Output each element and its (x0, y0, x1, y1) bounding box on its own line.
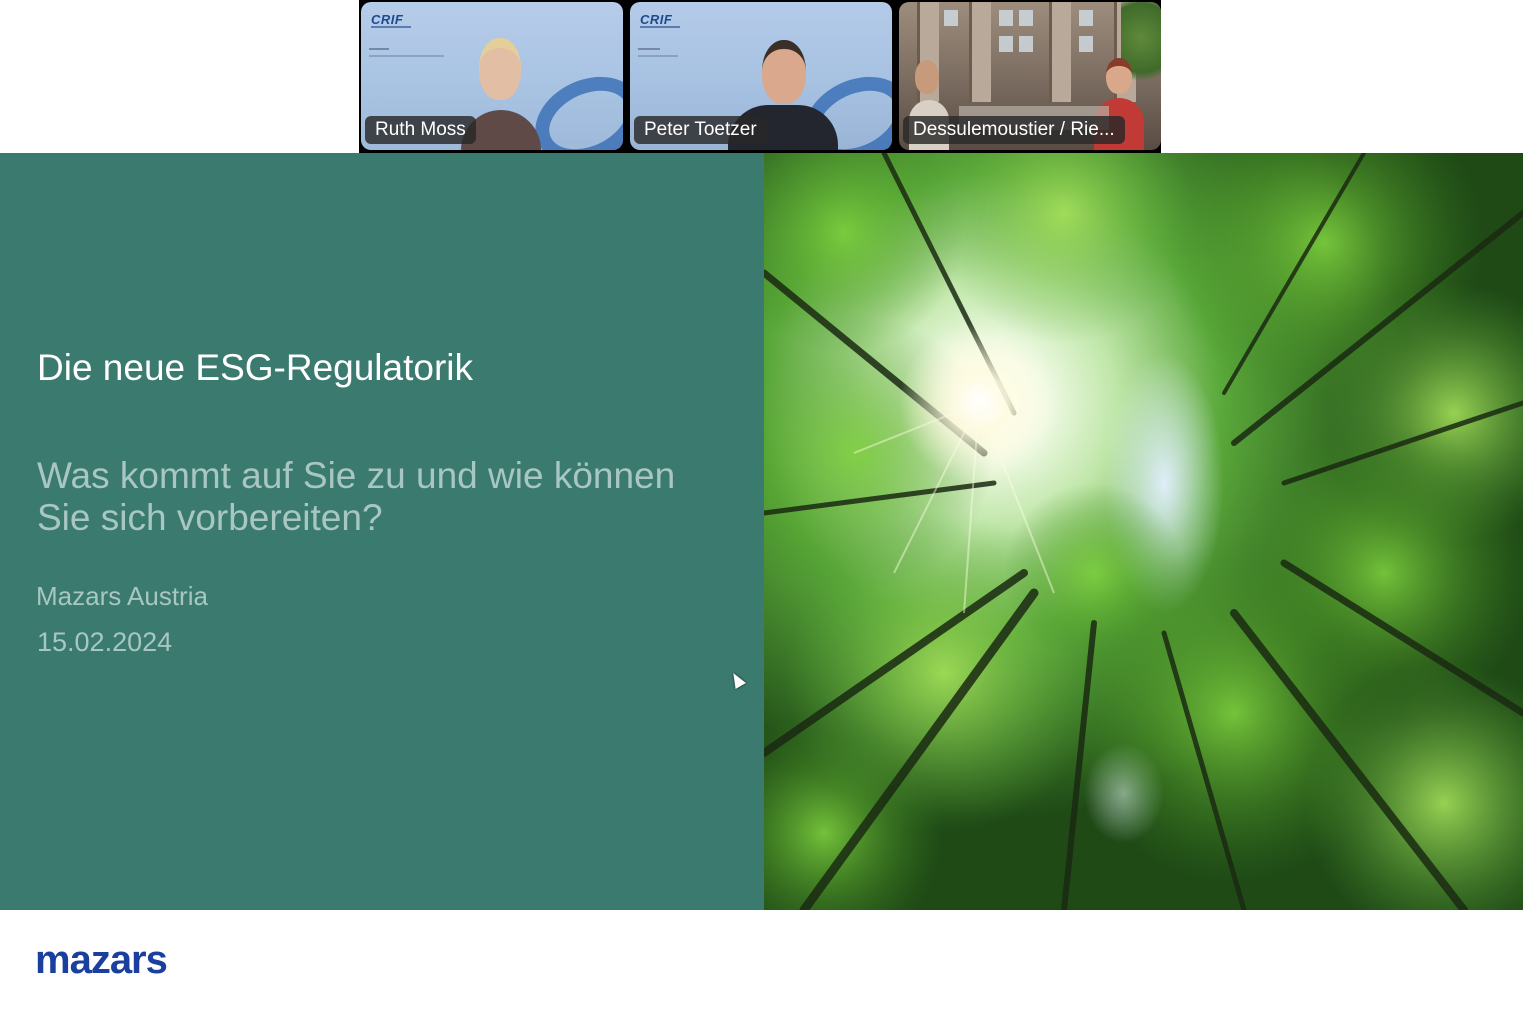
card-text-line (638, 55, 678, 57)
card-text-line (369, 48, 389, 50)
crif-logo: CRIF (371, 12, 404, 27)
participant-strip: CRIF Ruth Moss CRIF Peter Toetzer Dessul… (359, 0, 1161, 153)
slide-organization: Mazars Austria (36, 581, 208, 611)
slide-title: Die neue ESG-Regulatorik (37, 347, 473, 388)
slide-title-panel: Die neue ESG-Regulatorik Was kommt auf S… (0, 153, 764, 910)
forest-canopy-illustration (764, 153, 1523, 910)
crif-tagline (640, 26, 680, 28)
participant-name-tag: Ruth Moss (365, 116, 476, 144)
participant-tile-ruth-moss[interactable]: CRIF Ruth Moss (361, 2, 623, 150)
slide-footer: mazars (0, 910, 1523, 1010)
crif-tagline (371, 26, 411, 28)
crif-logo: CRIF (640, 12, 673, 27)
participant-name-tag: Dessulemoustier / Rie... (903, 116, 1125, 144)
card-text-line (638, 48, 660, 50)
mazars-logo-text: mazars (35, 938, 168, 982)
mazars-logo: mazars (35, 938, 168, 983)
shared-slide: Die neue ESG-Regulatorik Was kommt auf S… (0, 153, 1523, 1010)
slide-subtitle: Was kommt auf Sie zu und wie können Sie … (37, 455, 676, 538)
card-text-line (369, 55, 444, 57)
participant-tile-peter-toetzer[interactable]: CRIF Peter Toetzer (630, 2, 892, 150)
slide-date: 15.02.2024 (37, 627, 173, 657)
participant-tile-dessulemoustier[interactable]: Dessulemoustier / Rie... (899, 2, 1161, 150)
participant-name-tag: Peter Toetzer (634, 116, 767, 144)
forest-canopy-image (764, 153, 1523, 910)
